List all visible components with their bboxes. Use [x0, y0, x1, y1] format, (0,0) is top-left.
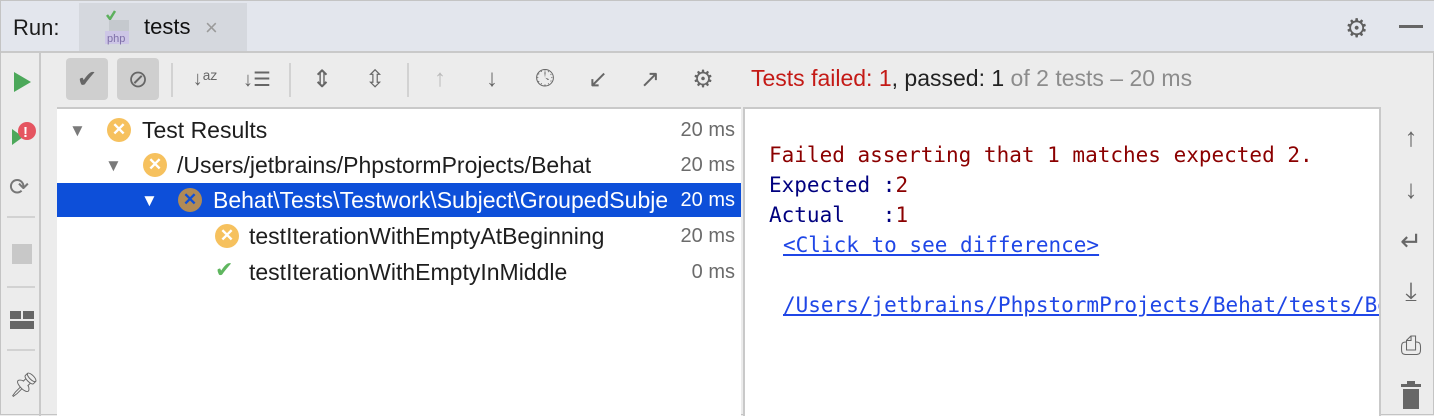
- import-icon: ↙: [587, 65, 609, 93]
- click-to-see-difference-link[interactable]: <Click to see difference>: [783, 233, 1099, 257]
- svg-text:!: !: [23, 124, 28, 141]
- import-tests-button[interactable]: ↙: [577, 58, 619, 100]
- expand-triangle-icon[interactable]: ▼: [141, 191, 158, 211]
- expand-all-button[interactable]: ⇕: [301, 58, 343, 100]
- tree-label: /Users/jetbrains/PhpstormProjects/Behat: [177, 152, 592, 178]
- close-tab-icon[interactable]: ×: [205, 15, 218, 41]
- tree-label: Test Results: [142, 117, 268, 143]
- tree-duration: 20 ms: [680, 119, 735, 141]
- scroll-up-icon[interactable]: ↑: [1397, 123, 1425, 151]
- failed-icon: ✕: [178, 188, 202, 212]
- sort-duration-icon: ↓☰: [243, 68, 271, 91]
- trash-icon[interactable]: [1397, 381, 1425, 409]
- failed-count: Tests failed: 1: [751, 65, 892, 91]
- source-file-link[interactable]: /Users/jetbrains/PhpstormProjects/Behat/…: [783, 293, 1379, 317]
- actual-value: 1: [895, 203, 909, 227]
- check-icon: ✔: [76, 65, 98, 93]
- test-status-summary: Tests failed: 1, passed: 1 of 2 tests – …: [751, 65, 1192, 92]
- arrow-up-icon: ↑: [434, 65, 446, 92]
- collapse-all-button[interactable]: ⇳: [354, 58, 396, 100]
- stop-icon[interactable]: [9, 241, 35, 267]
- test-history-button[interactable]: 🕓︎: [524, 58, 566, 100]
- tree-duration: 20 ms: [680, 154, 735, 176]
- failed-icon: ✕: [143, 153, 167, 177]
- collapse-all-icon: ⇳: [364, 65, 386, 93]
- failed-icon: ✕: [107, 118, 131, 142]
- rerun-failed-icon[interactable]: !: [9, 121, 36, 147]
- tree-row[interactable]: ▼ ✕ /Users/jetbrains/PhpstormProjects/Beha…: [57, 148, 741, 182]
- actual-line: Actual :1: [769, 203, 908, 227]
- divider: [289, 63, 291, 97]
- passed-check-icon: ✔: [215, 257, 234, 282]
- run-label: Run:: [13, 15, 60, 40]
- tree-row[interactable]: ✕ testIterationWithEmptyAtBeginning 20 ms: [57, 219, 741, 253]
- soft-wrap-icon[interactable]: ↵: [1397, 227, 1425, 255]
- print-icon[interactable]: ⎙: [1397, 331, 1425, 359]
- passed-count: , passed: 1: [891, 65, 1005, 91]
- tree-label: testIterationWithEmptyInMiddle: [249, 259, 568, 285]
- toggle-auto-test-icon[interactable]: ⟳: [9, 173, 35, 201]
- rerun-play-icon[interactable]: [9, 69, 35, 95]
- left-toolbar: ! ⟳ 📌︎: [1, 53, 41, 416]
- expected-value: 2: [895, 173, 909, 197]
- tree-row-selected[interactable]: ▼ ✕ Behat\Tests\Testwork\Subject\GroupedSu…: [57, 183, 741, 217]
- scroll-to-end-icon[interactable]: ⤓: [1397, 277, 1425, 305]
- settings-gear-icon[interactable]: ⚙: [1345, 13, 1368, 44]
- divider: [407, 63, 409, 97]
- pin-icon[interactable]: 📌︎: [9, 371, 39, 399]
- expected-line: Expected :2: [769, 173, 908, 197]
- test-results-tree: ▼ ✕ Test Results 20 ms ▼ ✕ /Users/jetbrains/P…: [57, 107, 741, 416]
- tree-row[interactable]: ▼ ✕ Test Results 20 ms: [57, 113, 741, 147]
- tree-duration: 20 ms: [680, 225, 735, 247]
- divider: [7, 349, 35, 351]
- tree-label: Behat\Tests\Testwork\Subject\GroupedSubj…: [213, 187, 667, 213]
- clock-icon: 🕓︎: [535, 65, 555, 92]
- tree-duration: 20 ms: [680, 189, 735, 212]
- expand-all-icon: ⇕: [311, 65, 333, 93]
- export-icon: ↗: [639, 65, 661, 93]
- tree-duration: 0 ms: [691, 261, 735, 283]
- total-summary: of 2 tests – 20 ms: [1004, 65, 1193, 91]
- console-output[interactable]: Failed asserting that 1 matches expected…: [743, 107, 1381, 416]
- sort-alphabetically-button[interactable]: ↓ᵃᶻ: [184, 58, 226, 100]
- show-passed-button[interactable]: ✔: [66, 58, 108, 100]
- export-tests-button[interactable]: ↗: [629, 58, 671, 100]
- arrow-down-icon: ↓: [486, 65, 498, 92]
- previous-failed-button[interactable]: ↑: [419, 58, 461, 100]
- layout-icon[interactable]: [9, 307, 35, 333]
- expand-triangle-icon[interactable]: ▼: [105, 156, 122, 176]
- divider: [171, 63, 173, 97]
- sort-az-icon: ↓ᵃᶻ: [192, 67, 218, 90]
- tree-label: testIterationWithEmptyAtBeginning: [249, 223, 605, 249]
- tree-row[interactable]: ✔ testIterationWithEmptyInMiddle 0 ms: [57, 255, 741, 289]
- tab-label[interactable]: tests: [144, 14, 190, 40]
- divider: [7, 216, 35, 218]
- divider: [7, 286, 35, 288]
- gear-icon: ⚙: [692, 65, 714, 93]
- scroll-down-icon[interactable]: ↓: [1397, 175, 1425, 203]
- next-failed-button[interactable]: ↓: [471, 58, 513, 100]
- actual-label: Actual :: [769, 203, 896, 227]
- failed-icon: ✕: [215, 224, 239, 248]
- test-settings-button[interactable]: ⚙: [682, 58, 724, 100]
- ignored-icon: ⊘: [127, 65, 149, 93]
- show-ignored-button[interactable]: ⊘: [117, 58, 159, 100]
- expand-triangle-icon[interactable]: ▼: [69, 121, 86, 141]
- failure-message: Failed asserting that 1 matches expected…: [769, 143, 1313, 167]
- sort-by-duration-button[interactable]: ↓☰: [236, 58, 278, 100]
- expected-label: Expected :: [769, 173, 896, 197]
- php-icon-text: php: [107, 33, 125, 45]
- minimize-icon[interactable]: [1399, 25, 1423, 28]
- php-test-icon: php: [105, 9, 133, 45]
